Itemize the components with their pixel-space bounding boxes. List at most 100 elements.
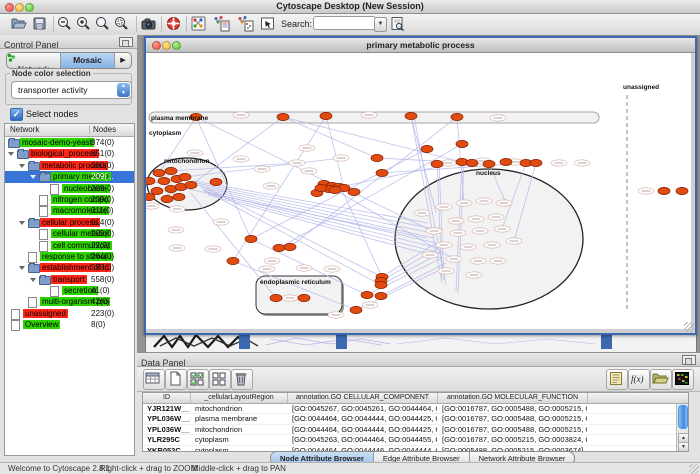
float-panel-icon[interactable] (119, 37, 133, 47)
graph-label-node[interactable] (169, 245, 185, 251)
minimize-window-button[interactable] (162, 41, 171, 50)
graph-label-node[interactable] (333, 155, 349, 161)
zoom-window-button[interactable] (25, 3, 34, 12)
tree-row[interactable]: primary metabo209(... (5, 171, 134, 182)
graph-label-node[interactable] (490, 258, 506, 264)
minimize-window-button[interactable] (15, 3, 24, 12)
graph-node[interactable] (658, 187, 670, 194)
select-document-icon[interactable] (259, 15, 278, 33)
graph-node[interactable] (456, 140, 468, 147)
graph-label-node[interactable] (456, 200, 472, 206)
tree-row[interactable]: secretion41(0) (5, 285, 134, 296)
graph-node[interactable] (530, 159, 542, 166)
import-network-icon[interactable] (212, 15, 231, 33)
graph-label-node[interactable] (264, 258, 280, 264)
graph-node[interactable] (348, 188, 360, 195)
expand-triangle-icon[interactable] (19, 164, 25, 168)
graph-node[interactable] (153, 169, 165, 176)
zoom-selected-icon[interactable] (113, 15, 132, 33)
tree-column-network[interactable]: Network (10, 125, 39, 134)
graph-node[interactable] (185, 181, 197, 188)
graph-node[interactable] (451, 113, 463, 120)
table-cell[interactable]: [GO:0016787, GO:0005488, GO:0005215, G..… (438, 414, 587, 423)
graph-label-node[interactable] (254, 166, 270, 172)
graph-label-node[interactable] (233, 112, 249, 118)
table-vertical-scrollbar[interactable]: ▲ ▼ (676, 404, 688, 451)
open-file-icon[interactable] (10, 15, 29, 33)
graph-label-node[interactable] (574, 160, 590, 166)
graph-label-node[interactable] (328, 312, 344, 318)
expand-triangle-icon[interactable] (19, 266, 25, 270)
graph-label-node[interactable] (426, 228, 442, 234)
configure-search-icon[interactable] (389, 15, 408, 33)
table-cell[interactable]: [GO:0016787, GO:0005215, GO:0003824, G..… (438, 435, 587, 444)
tree-header[interactable]: Network Nodes (5, 124, 134, 137)
table-cell[interactable]: [GO:0044464, GO:0044444, GO:0044425, G..… (288, 425, 437, 434)
graph-label-node[interactable] (436, 242, 452, 248)
float-panel-icon[interactable] (682, 355, 696, 365)
import-attributes-folder-icon[interactable] (650, 369, 672, 390)
tab-mosaic[interactable]: Mosaic (61, 53, 115, 68)
table-cell[interactable]: plasma membrane (191, 414, 287, 423)
graph-label-node[interactable] (187, 150, 203, 156)
graph-node[interactable] (273, 244, 285, 251)
tree-column-nodes[interactable]: Nodes (89, 125, 116, 134)
zoom-fit-icon[interactable] (94, 15, 113, 33)
select-nodes-checkbox[interactable]: ✓ (10, 108, 23, 121)
graph-label-node[interactable] (414, 210, 430, 216)
tab-network[interactable]: Network (7, 53, 61, 68)
graph-label-node[interactable] (282, 295, 298, 301)
graph-edge[interactable] (342, 190, 382, 277)
notes-icon[interactable] (606, 369, 628, 390)
graph-label-node[interactable] (476, 198, 492, 204)
select-all-attributes-icon[interactable] (187, 369, 209, 390)
table-cell[interactable]: YPL036W__2 (143, 414, 190, 423)
graph-node[interactable] (146, 193, 155, 200)
graph-label-node[interactable] (484, 242, 500, 248)
graph-node[interactable] (371, 154, 383, 161)
tree-row[interactable]: transport558(0) (5, 274, 134, 285)
graph-edge[interactable] (196, 183, 430, 228)
graph-node[interactable] (284, 243, 296, 250)
graph-node[interactable] (421, 145, 433, 152)
resize-grip[interactable] (684, 322, 694, 332)
expand-triangle-icon[interactable] (30, 278, 36, 282)
tree-row[interactable]: establishment of lo558(0) (5, 262, 134, 273)
graph-label-node[interactable] (448, 218, 464, 224)
graph-node[interactable] (500, 158, 512, 165)
graph-node[interactable] (158, 177, 170, 184)
graph-edge[interactable] (326, 116, 344, 188)
graph-label-node[interactable] (446, 256, 462, 262)
graph-node[interactable] (375, 292, 387, 299)
graph-label-node[interactable] (263, 183, 279, 189)
graph-node[interactable] (210, 178, 222, 185)
scroll-down-icon[interactable]: ▼ (678, 442, 689, 452)
graph-node[interactable] (179, 173, 191, 180)
tree-row[interactable]: multi-organism pro42(0) (5, 296, 134, 307)
zoom-window-button[interactable] (172, 41, 181, 50)
graph-node[interactable] (245, 235, 257, 242)
graph-label-node[interactable] (146, 203, 159, 209)
graph-node[interactable] (676, 187, 688, 194)
node-color-dropdown[interactable]: transporter activity ▲▼ (11, 81, 132, 99)
table-cell[interactable]: YJR121W__1 (143, 404, 190, 413)
graph-label-node[interactable] (436, 204, 452, 210)
expand-triangle-icon[interactable] (8, 152, 14, 156)
region-nucleus[interactable] (395, 169, 583, 309)
graph-label-node[interactable] (169, 206, 185, 212)
table-cell[interactable]: YKR052C (143, 446, 190, 452)
table-row[interactable]: YPL036W__1mitochondrion[GO:0044464, GO:0… (143, 425, 688, 435)
graph-node[interactable] (361, 291, 373, 298)
scrollbar-thumb[interactable] (678, 405, 688, 429)
graph-label-node[interactable] (488, 214, 504, 220)
tree-row[interactable]: mosaic-demo-yeast874(0) (5, 137, 134, 148)
search-dropdown-arrow[interactable]: ▼ (374, 17, 387, 32)
tree-row[interactable]: cellular metabol209(0) (5, 228, 134, 239)
tree-row[interactable]: biological_process651(0) (5, 148, 134, 159)
table-cell[interactable]: mitochondrion (191, 425, 287, 434)
graph-label-node[interactable] (205, 246, 221, 252)
expand-triangle-icon[interactable] (19, 221, 25, 225)
close-window-button[interactable] (5, 3, 14, 12)
close-window-button[interactable] (152, 41, 161, 50)
graph-label-node[interactable] (233, 156, 249, 162)
